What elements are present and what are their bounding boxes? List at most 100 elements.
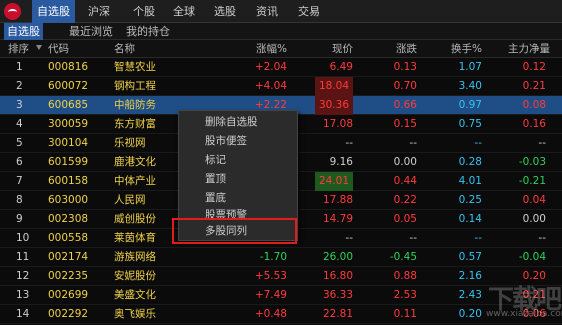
price: 36.33 (322, 289, 353, 301)
stock-name: 莱茵体育 (114, 232, 156, 244)
price: 17.88 (322, 194, 353, 206)
net-flow: -- (538, 232, 546, 244)
net-flow: 0.21 (522, 80, 546, 92)
net-flow: 0.12 (522, 61, 546, 73)
stock-code: 603000 (48, 194, 89, 206)
highlight-box (172, 218, 297, 244)
table-row[interactable]: 13 002699 美盛文化 +7.49 36.33 2.53 2.43 0.21 (0, 286, 562, 305)
stock-name: 东方财富 (114, 118, 156, 130)
row-index: 11 (16, 251, 30, 263)
row-index: 12 (16, 270, 30, 282)
turnover-pct: -- (474, 232, 482, 244)
tab-holdings[interactable]: 我的持仓 (123, 23, 173, 40)
price: 9.16 (329, 156, 353, 168)
app-logo-icon (4, 3, 21, 20)
nav-item-watchlist[interactable]: 自选股 (32, 0, 75, 23)
menu-item-mark[interactable]: 标记 (205, 152, 226, 169)
price-delta: -- (409, 232, 417, 244)
stock-code: 601599 (48, 156, 89, 168)
menu-item-pin-bottom[interactable]: 置底 (205, 190, 226, 207)
table-row[interactable]: 2 600072 钢构工程 +4.04 18.04 0.70 3.40 0.21 (0, 77, 562, 96)
sort-down-icon[interactable] (36, 45, 42, 50)
stock-code: 600685 (48, 99, 89, 111)
stock-code: 000816 (48, 61, 89, 73)
table-row[interactable]: 11 002174 游族网络 -1.70 26.00 -0.45 0.57 -0.04 (0, 248, 562, 267)
table-row[interactable]: 14 002292 奥飞娱乐 +0.48 22.81 0.11 0.20 0.06 (0, 305, 562, 324)
nav-item-global[interactable]: 全球 (173, 0, 195, 23)
col-header-change-pct[interactable]: 涨幅% (256, 40, 287, 58)
col-header-index[interactable]: 排序 (8, 40, 29, 58)
net-flow: 0.00 (522, 213, 546, 225)
price-delta: 0.13 (393, 61, 417, 73)
net-flow: -0.03 (518, 156, 546, 168)
row-index: 6 (16, 156, 23, 168)
stock-name: 奥飞娱乐 (114, 308, 156, 320)
change-pct: +7.49 (254, 289, 287, 301)
stock-name: 钢构工程 (114, 80, 156, 92)
turnover-pct: 0.20 (458, 308, 482, 320)
stock-name: 鹿港文化 (114, 156, 156, 168)
net-flow: 0.08 (522, 99, 546, 111)
price-delta: 0.22 (393, 194, 417, 206)
nav-item-shanghai-shenzhen[interactable]: 沪深 (88, 0, 110, 23)
stock-name: 中体产业 (114, 175, 156, 187)
watermark-url: www.xiazaiba.com (486, 309, 562, 319)
subtab-bar: 自选股 最近浏览 我的持仓 (0, 23, 562, 40)
col-header-code[interactable]: 代码 (48, 40, 69, 58)
col-header-name[interactable]: 名称 (114, 40, 135, 58)
row-index: 9 (16, 213, 23, 225)
change-pct: +4.04 (254, 80, 287, 92)
stock-code: 000558 (48, 232, 89, 244)
stock-code: 002308 (48, 213, 89, 225)
col-header-turnover[interactable]: 换手% (451, 40, 482, 58)
table-row[interactable]: 12 002235 安妮股份 +5.53 16.80 0.88 2.16 0.20 (0, 267, 562, 286)
row-index: 3 (16, 99, 23, 111)
price: 14.79 (322, 213, 353, 225)
menu-item-delete[interactable]: 删除自选股 (205, 114, 258, 131)
turnover-pct: 1.07 (458, 61, 482, 73)
nav-item-trade[interactable]: 交易 (298, 0, 320, 23)
price: 26.00 (322, 251, 353, 263)
turnover-pct: 0.97 (458, 99, 482, 111)
net-flow: 0.04 (522, 194, 546, 206)
col-header-net-flow[interactable]: 主力净量 (508, 40, 550, 58)
table-row[interactable]: 1 000816 智慧农业 +2.04 6.49 0.13 1.07 0.12 (0, 58, 562, 77)
price: -- (345, 232, 353, 244)
net-flow: -0.04 (518, 251, 546, 263)
menu-item-pin-top[interactable]: 置顶 (205, 171, 226, 188)
price-delta: 0.88 (393, 270, 417, 282)
net-flow: -0.21 (518, 175, 546, 187)
change-pct: +5.53 (254, 270, 287, 282)
col-header-delta[interactable]: 涨跌 (396, 40, 417, 58)
stock-code: 002699 (48, 289, 89, 301)
stock-code: 300059 (48, 118, 89, 130)
stock-name: 智慧农业 (114, 61, 156, 73)
turnover-pct: 2.43 (458, 289, 482, 301)
nav-item-stock-picker[interactable]: 选股 (214, 0, 236, 23)
price: 18.04 (314, 77, 353, 96)
row-index: 8 (16, 194, 23, 206)
menu-item-note[interactable]: 股市便签 (205, 133, 247, 150)
stock-code: 600158 (48, 175, 89, 187)
stock-code: 600072 (48, 80, 89, 92)
row-index: 2 (16, 80, 23, 92)
change-pct: +2.04 (254, 61, 287, 73)
tab-watchlist[interactable]: 自选股 (4, 23, 43, 40)
change-pct: +0.48 (254, 308, 287, 320)
nav-item-stock[interactable]: 个股 (133, 0, 155, 23)
stock-name: 人民网 (114, 194, 146, 206)
stock-code: 002292 (48, 308, 89, 320)
row-index: 14 (16, 308, 30, 320)
turnover-pct: 0.57 (458, 251, 482, 263)
row-index: 1 (16, 61, 23, 73)
tab-recent[interactable]: 最近浏览 (66, 23, 116, 40)
nav-item-news[interactable]: 资讯 (256, 0, 278, 23)
turnover-pct: 3.40 (458, 80, 482, 92)
price-delta: 0.11 (393, 308, 417, 320)
net-flow: 0.16 (522, 118, 546, 130)
price-delta: -0.45 (389, 251, 417, 263)
table-header: 排序 代码 名称 涨幅% 现价 涨跌 换手% 主力净量 (0, 40, 562, 58)
col-header-price[interactable]: 现价 (332, 40, 353, 58)
stock-name: 中船防务 (114, 99, 156, 111)
stock-name: 安妮股份 (114, 270, 156, 282)
